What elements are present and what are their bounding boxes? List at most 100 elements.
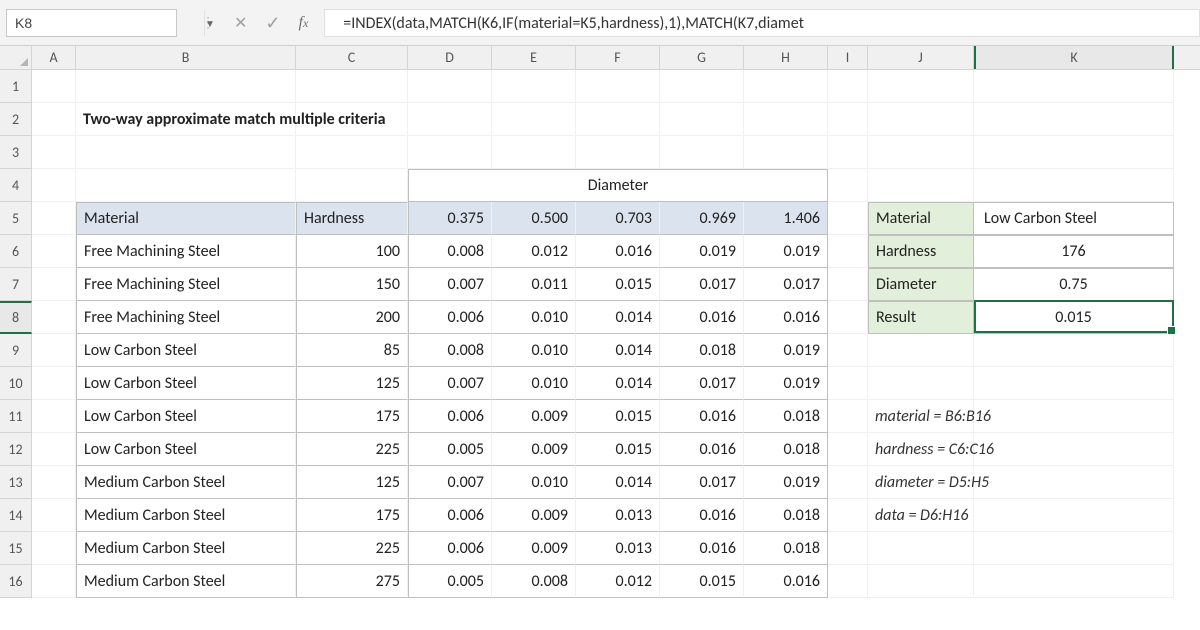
table-row[interactable]: 0.015 <box>576 400 660 433</box>
col-header-H[interactable]: H <box>744 46 828 69</box>
cell[interactable] <box>828 235 868 268</box>
lookup-hardness-label[interactable]: Hardness <box>868 235 974 268</box>
cell[interactable] <box>828 400 868 433</box>
cell[interactable] <box>828 532 868 565</box>
table-row[interactable]: Medium Carbon Steel <box>76 466 296 499</box>
row-header-4[interactable]: 4 <box>0 169 32 202</box>
cell[interactable] <box>32 202 76 235</box>
table-row[interactable]: 0.014 <box>576 334 660 367</box>
diameter-col[interactable]: 1.406 <box>744 202 828 235</box>
cell[interactable] <box>576 70 660 103</box>
table-row[interactable]: Low Carbon Steel <box>76 367 296 400</box>
cell[interactable] <box>974 103 1174 136</box>
table-row[interactable]: 0.014 <box>576 301 660 334</box>
cell[interactable] <box>828 433 868 466</box>
table-row[interactable]: 0.006 <box>408 532 492 565</box>
col-header-K[interactable]: K <box>974 46 1174 69</box>
cell[interactable] <box>296 70 408 103</box>
row-header-11[interactable]: 11 <box>0 400 32 433</box>
col-header-D[interactable]: D <box>408 46 492 69</box>
table-row[interactable]: 0.006 <box>408 301 492 334</box>
cell[interactable] <box>868 532 974 565</box>
cell[interactable] <box>32 235 76 268</box>
cell[interactable] <box>828 334 868 367</box>
table-row[interactable]: 0.012 <box>576 565 660 598</box>
cell[interactable] <box>408 136 492 169</box>
cell[interactable] <box>296 103 408 136</box>
cell[interactable] <box>492 136 576 169</box>
cell[interactable] <box>868 136 974 169</box>
table-row[interactable]: 0.019 <box>744 367 828 400</box>
cell[interactable] <box>660 136 744 169</box>
row-header-16[interactable]: 16 <box>0 565 32 598</box>
lookup-hardness-value[interactable]: 176 <box>974 235 1174 268</box>
cell[interactable] <box>828 466 868 499</box>
table-row[interactable]: 0.010 <box>492 301 576 334</box>
table-row[interactable]: 0.016 <box>660 400 744 433</box>
row-header-7[interactable]: 7 <box>0 268 32 301</box>
cell[interactable] <box>76 70 296 103</box>
table-row[interactable]: 0.013 <box>576 499 660 532</box>
cell[interactable] <box>744 103 828 136</box>
cell[interactable] <box>974 466 1174 499</box>
col-header-G[interactable]: G <box>660 46 744 69</box>
table-row[interactable]: 0.009 <box>492 433 576 466</box>
table-row[interactable]: 0.018 <box>744 400 828 433</box>
col-header-I[interactable]: I <box>828 46 868 69</box>
table-row[interactable]: 0.017 <box>660 466 744 499</box>
cell[interactable] <box>868 169 974 202</box>
cell[interactable] <box>828 367 868 400</box>
table-row[interactable]: Free Machining Steel <box>76 268 296 301</box>
row-header-14[interactable]: 14 <box>0 499 32 532</box>
cell[interactable] <box>32 565 76 598</box>
table-row[interactable]: 125 <box>296 466 408 499</box>
cell[interactable] <box>974 499 1174 532</box>
table-row[interactable]: 0.012 <box>492 235 576 268</box>
cell[interactable] <box>828 70 868 103</box>
col-header-E[interactable]: E <box>492 46 576 69</box>
table-row[interactable]: 225 <box>296 532 408 565</box>
cell[interactable] <box>408 70 492 103</box>
diameter-col[interactable]: 0.375 <box>408 202 492 235</box>
cell[interactable] <box>828 268 868 301</box>
table-row[interactable]: 0.016 <box>744 301 828 334</box>
table-row[interactable]: Medium Carbon Steel <box>76 565 296 598</box>
row-header-3[interactable]: 3 <box>0 136 32 169</box>
cell[interactable] <box>974 70 1174 103</box>
cell[interactable] <box>32 136 76 169</box>
table-row[interactable]: 0.017 <box>660 367 744 400</box>
table-row[interactable]: 0.006 <box>408 499 492 532</box>
cell[interactable] <box>974 532 1174 565</box>
table-row[interactable]: 0.009 <box>492 400 576 433</box>
table-row[interactable]: 0.018 <box>744 532 828 565</box>
cell[interactable] <box>492 70 576 103</box>
cell[interactable] <box>32 466 76 499</box>
table-row[interactable]: 0.010 <box>492 334 576 367</box>
cell[interactable] <box>828 565 868 598</box>
cell[interactable] <box>32 169 76 202</box>
diameter-col[interactable]: 0.969 <box>660 202 744 235</box>
select-all-corner[interactable] <box>0 46 32 69</box>
table-row[interactable]: 0.019 <box>744 334 828 367</box>
diameter-col[interactable]: 0.500 <box>492 202 576 235</box>
table-row[interactable]: 0.007 <box>408 466 492 499</box>
table-row[interactable]: Low Carbon Steel <box>76 334 296 367</box>
fx-icon[interactable]: fx <box>299 14 309 32</box>
lookup-material-value[interactable]: Low Carbon Steel <box>974 202 1174 235</box>
cell[interactable] <box>974 565 1174 598</box>
table-row[interactable]: 0.015 <box>660 565 744 598</box>
cell[interactable] <box>408 103 492 136</box>
cell[interactable] <box>32 433 76 466</box>
cell[interactable] <box>974 136 1174 169</box>
row-header-6[interactable]: 6 <box>0 235 32 268</box>
table-row[interactable]: 200 <box>296 301 408 334</box>
cell[interactable] <box>868 70 974 103</box>
table-row[interactable]: 0.015 <box>576 433 660 466</box>
cell[interactable] <box>32 268 76 301</box>
material-header[interactable]: Material <box>76 202 296 235</box>
table-row[interactable]: 0.016 <box>660 301 744 334</box>
row-header-12[interactable]: 12 <box>0 433 32 466</box>
table-row[interactable]: 0.007 <box>408 367 492 400</box>
table-row[interactable]: 0.007 <box>408 268 492 301</box>
row-header-15[interactable]: 15 <box>0 532 32 565</box>
